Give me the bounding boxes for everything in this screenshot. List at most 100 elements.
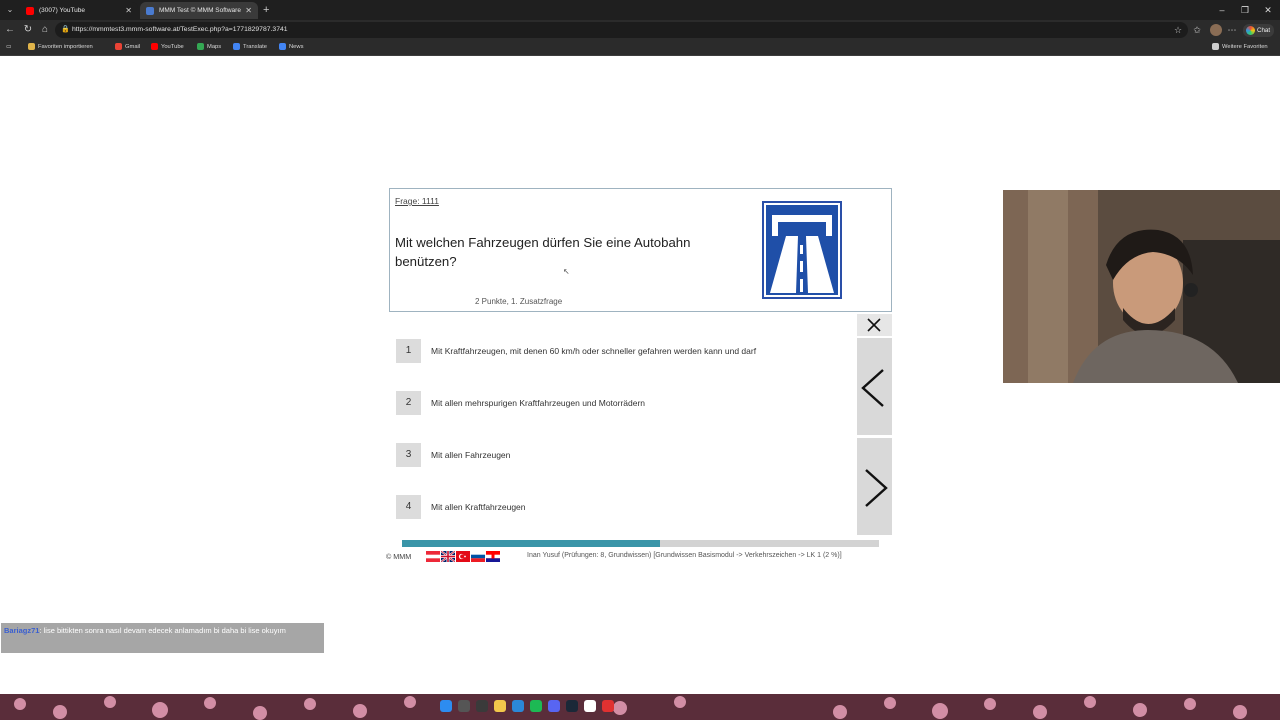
question-panel: Frage: 1111 Mit welchen Fahrzeugen dürfe… bbox=[389, 188, 892, 312]
discord-icon[interactable] bbox=[548, 700, 560, 712]
bookmark-news[interactable]: News bbox=[279, 40, 304, 55]
minimize-icon[interactable]: – bbox=[1211, 3, 1233, 17]
answer-option-1[interactable]: 1 Mit Kraftfahrzeugen, mit denen 60 km/h… bbox=[396, 339, 846, 363]
turkey-flag[interactable] bbox=[456, 551, 470, 562]
previous-button[interactable] bbox=[857, 338, 892, 435]
croatia-flag[interactable] bbox=[486, 551, 500, 562]
obs-icon[interactable] bbox=[584, 700, 596, 712]
search-icon[interactable] bbox=[458, 700, 470, 712]
chat-message-overlay: Bariagz71: lise bittikten sonra nasıl de… bbox=[1, 623, 324, 653]
other-favorites[interactable]: Weitere Favoriten bbox=[1212, 40, 1268, 55]
mouse-cursor-icon: ↖ bbox=[563, 267, 570, 276]
lock-icon: 🔒 bbox=[61, 26, 70, 33]
close-tab-icon[interactable]: ✕ bbox=[245, 6, 252, 15]
chevron-left-icon bbox=[861, 369, 884, 407]
tab-mmm-test[interactable]: MMM Test © MMM Software 20 ✕ bbox=[140, 2, 258, 19]
chat-label: Chat bbox=[1257, 27, 1271, 34]
file-explorer-icon[interactable] bbox=[494, 700, 506, 712]
bookmark-label: Maps bbox=[207, 44, 222, 50]
webcam-overlay bbox=[1003, 190, 1280, 383]
spotify-icon[interactable] bbox=[530, 700, 542, 712]
chat-button[interactable]: Chat bbox=[1243, 24, 1275, 37]
bookmark-label: Gmail bbox=[125, 44, 141, 50]
language-flags bbox=[426, 551, 500, 562]
progress-bar bbox=[402, 540, 879, 547]
tab-bar: ⌄ (3007) YouTube ✕ MMM Test © MMM Softwa… bbox=[0, 0, 1280, 20]
slovenia-flag[interactable] bbox=[471, 551, 485, 562]
answer-option-4[interactable]: 4 Mit allen Kraftfahrzeugen bbox=[396, 495, 846, 519]
question-number: Frage: 1111 bbox=[395, 196, 439, 206]
back-icon[interactable]: ← bbox=[3, 23, 17, 37]
copilot-icon bbox=[1246, 26, 1255, 35]
question-text: Mit welchen Fahrzeugen dürfen Sie eine A… bbox=[395, 235, 691, 269]
answer-text[interactable]: Mit allen mehrspurigen Kraftfahrzeugen u… bbox=[431, 391, 645, 415]
folder-icon bbox=[1212, 42, 1219, 50]
close-tab-icon[interactable]: ✕ bbox=[125, 6, 132, 15]
gmail-icon bbox=[115, 42, 122, 50]
youtube-favicon-icon bbox=[26, 6, 34, 15]
favorites-icon[interactable]: ✩ bbox=[1190, 23, 1204, 37]
tab-title: (3007) YouTube bbox=[39, 7, 86, 14]
answer-number[interactable]: 3 bbox=[396, 443, 421, 467]
answer-text[interactable]: Mit allen Kraftfahrzeugen bbox=[431, 495, 526, 519]
streamer-camera-image bbox=[1003, 190, 1280, 383]
restore-icon[interactable]: ❐ bbox=[1234, 3, 1256, 17]
maps-icon bbox=[197, 42, 204, 50]
address-bar-row: ← ↻ ⌂ 🔒 https://mmmtest3.mmm-software.at… bbox=[0, 20, 1280, 40]
answer-text[interactable]: Mit allen Fahrzeugen bbox=[431, 443, 510, 467]
reload-icon[interactable]: ↻ bbox=[21, 23, 35, 37]
bookmarks-bar: ▭ Favoriten importieren Gmail YouTube Ma… bbox=[0, 40, 1280, 56]
answer-option-3[interactable]: 3 Mit allen Fahrzeugen bbox=[396, 443, 846, 467]
url-field[interactable]: 🔒 https://mmmtest3.mmm-software.at/TestE… bbox=[55, 22, 1188, 38]
avatar[interactable] bbox=[1210, 24, 1222, 36]
austria-flag[interactable] bbox=[426, 551, 440, 562]
taskbar bbox=[0, 694, 1280, 720]
new-tab-icon[interactable]: + bbox=[263, 3, 269, 17]
news-icon bbox=[279, 42, 286, 50]
folder-icon bbox=[28, 42, 35, 50]
answer-number[interactable]: 4 bbox=[396, 495, 421, 519]
tab-list-icon[interactable]: ⌄ bbox=[4, 4, 16, 16]
close-icon bbox=[867, 318, 881, 332]
answer-text[interactable]: Mit Kraftfahrzeugen, mit denen 60 km/h o… bbox=[431, 339, 756, 363]
steam-icon[interactable] bbox=[566, 700, 578, 712]
bookmarks-menu-icon[interactable]: ▭ bbox=[6, 40, 11, 55]
tab-title: MMM Test © MMM Software 20 bbox=[159, 7, 242, 14]
taskbar-icons bbox=[440, 700, 614, 712]
task-view-icon[interactable] bbox=[476, 700, 488, 712]
bookmark-translate[interactable]: Translate bbox=[233, 40, 267, 55]
bookmark-youtube[interactable]: YouTube bbox=[151, 40, 184, 55]
bookmark-label: News bbox=[289, 44, 304, 50]
progress-fill bbox=[402, 540, 660, 547]
answer-number[interactable]: 2 bbox=[396, 391, 421, 415]
uk-flag[interactable] bbox=[441, 551, 455, 562]
candidate-info: Inan Yusuf (Prüfungen: 8, Grundwissen) [… bbox=[527, 552, 842, 559]
tab-youtube[interactable]: (3007) YouTube ✕ bbox=[20, 2, 138, 19]
copyright: © MMM bbox=[386, 552, 412, 561]
close-button[interactable] bbox=[857, 314, 892, 336]
desktop-wallpaper-image bbox=[0, 694, 1280, 720]
app-icon[interactable] bbox=[602, 700, 614, 712]
chat-username: Bariagz71 bbox=[4, 626, 40, 635]
other-favorites-label: Weitere Favoriten bbox=[1222, 44, 1268, 50]
more-menu-icon[interactable]: ⋯ bbox=[1225, 23, 1239, 37]
answer-option-2[interactable]: 2 Mit allen mehrspurigen Kraftfahrzeugen… bbox=[396, 391, 846, 415]
bookmark-gmail[interactable]: Gmail bbox=[115, 40, 140, 55]
chevron-right-icon bbox=[865, 469, 888, 507]
bookmark-import-favorites[interactable]: Favoriten importieren bbox=[28, 40, 93, 55]
autobahn-sign-icon bbox=[762, 201, 842, 299]
bookmark-label: Translate bbox=[243, 44, 267, 50]
translate-icon bbox=[233, 42, 240, 50]
question-points: 2 Punkte, 1. Zusatzfrage bbox=[475, 297, 563, 306]
bookmark-label: YouTube bbox=[161, 44, 184, 50]
home-icon[interactable]: ⌂ bbox=[38, 23, 52, 37]
start-icon[interactable] bbox=[440, 700, 452, 712]
answer-number[interactable]: 1 bbox=[396, 339, 421, 363]
mmm-favicon-icon bbox=[146, 6, 154, 15]
bookmark-maps[interactable]: Maps bbox=[197, 40, 221, 55]
bookmark-label: Favoriten importieren bbox=[38, 44, 93, 50]
close-window-icon[interactable]: ✕ bbox=[1257, 3, 1279, 17]
next-button[interactable] bbox=[857, 438, 892, 535]
favorite-star-icon[interactable]: ☆ bbox=[1171, 23, 1185, 37]
edge-icon[interactable] bbox=[512, 700, 524, 712]
